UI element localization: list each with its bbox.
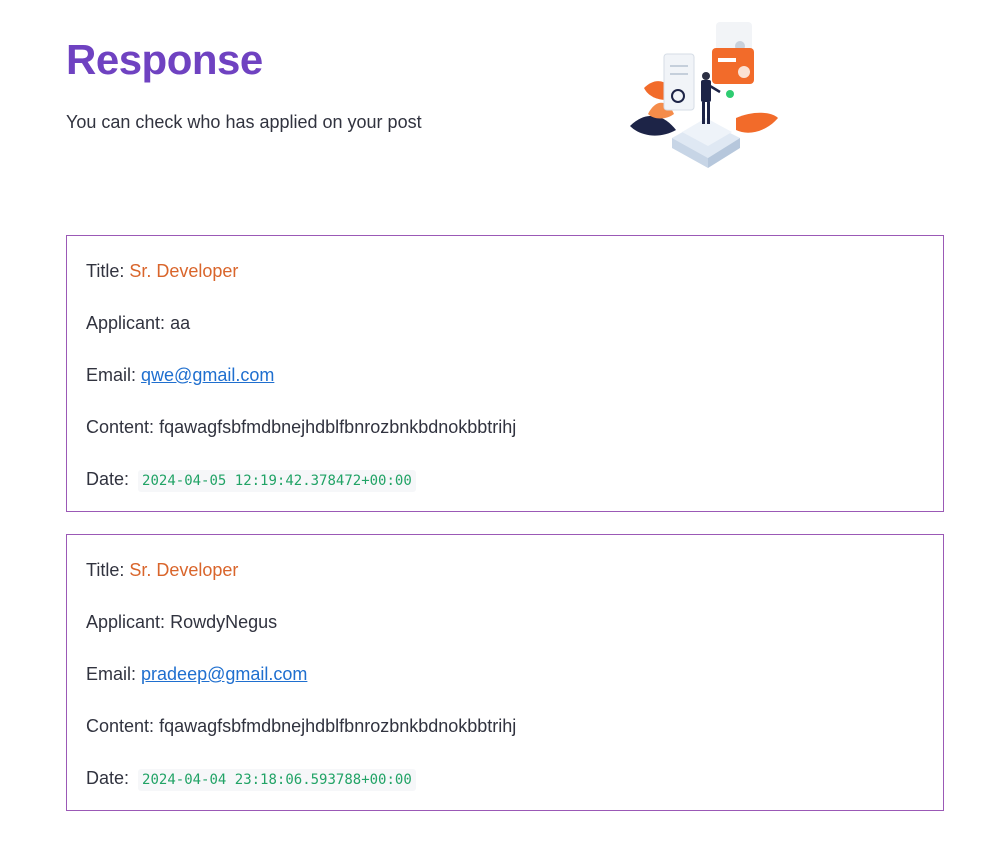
email-label: Email: xyxy=(86,365,137,385)
applicant-row: Applicant: RowdyNegus xyxy=(86,609,277,635)
title-row: Title: Sr. Developer xyxy=(86,258,238,284)
content-label: Content: xyxy=(86,716,155,736)
date-label: Date: xyxy=(86,768,130,788)
content-text: fqawagfsbfmdbnejhdblfbnrozbnkbdnokbbtrih… xyxy=(159,417,517,437)
recruitment-illustration xyxy=(630,22,778,168)
response-card: Title: Sr. Developer Applicant: RowdyNeg… xyxy=(66,534,944,811)
date-value: 2024-04-05 12:19:42.378472+00:00 xyxy=(138,470,416,492)
applicant-name: aa xyxy=(170,313,191,333)
job-title: Sr. Developer xyxy=(129,261,239,281)
title-row: Title: Sr. Developer xyxy=(86,557,238,583)
date-label: Date: xyxy=(86,469,130,489)
response-card: Title: Sr. Developer Applicant: aa Email… xyxy=(66,235,944,512)
page-header: Response xyxy=(66,30,263,90)
date-row: Date: 2024-04-04 23:18:06.593788+00:00 xyxy=(86,765,416,793)
email-label: Email: xyxy=(86,664,137,684)
title-label: Title: xyxy=(86,261,125,281)
page-title: Response xyxy=(66,36,263,83)
applicant-name: RowdyNegus xyxy=(170,612,278,632)
content-row: Content: fqawagfsbfmdbnejhdblfbnrozbnkbd… xyxy=(86,713,516,739)
date-row: Date: 2024-04-05 12:19:42.378472+00:00 xyxy=(86,466,416,494)
title-label: Title: xyxy=(86,560,125,580)
email-row: Email: pradeep@gmail.com xyxy=(86,661,307,687)
email-link[interactable]: pradeep@gmail.com xyxy=(141,664,307,684)
email-row: Email: qwe@gmail.com xyxy=(86,362,274,388)
applicant-label: Applicant: xyxy=(86,313,166,333)
content-label: Content: xyxy=(86,417,155,437)
date-value: 2024-04-04 23:18:06.593788+00:00 xyxy=(138,769,416,791)
content-text: fqawagfsbfmdbnejhdblfbnrozbnkbdnokbbtrih… xyxy=(159,716,517,736)
applicant-label: Applicant: xyxy=(86,612,166,632)
job-title: Sr. Developer xyxy=(129,560,239,580)
content-row: Content: fqawagfsbfmdbnejhdblfbnrozbnkbd… xyxy=(86,414,516,440)
email-link[interactable]: qwe@gmail.com xyxy=(141,365,274,385)
applicant-row: Applicant: aa xyxy=(86,310,190,336)
page-subtitle: You can check who has applied on your po… xyxy=(66,112,422,132)
